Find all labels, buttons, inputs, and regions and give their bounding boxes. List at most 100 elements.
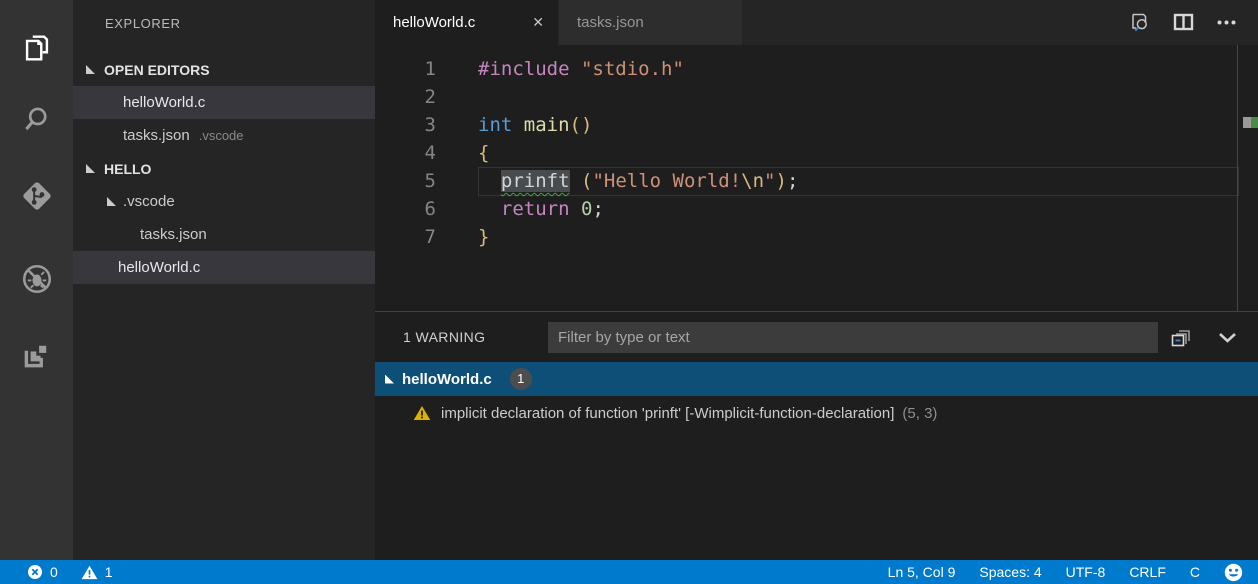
code-line-5-current: 5 prinft ("Hello World!\n"); xyxy=(375,167,1258,195)
line-number: 3 xyxy=(375,111,436,139)
code-line-6: 6 return 0; xyxy=(375,195,1258,223)
tab-tasks-json[interactable]: tasks.json xyxy=(559,0,742,45)
code-token: return xyxy=(501,198,570,220)
problems-count-badge: 1 xyxy=(510,368,532,390)
code-token xyxy=(478,170,501,192)
sidebar-title: EXPLORER xyxy=(105,16,181,31)
eol-status[interactable]: CRLF xyxy=(1129,564,1166,580)
warning-icon xyxy=(413,405,431,421)
problem-location: (5, 3) xyxy=(902,405,937,422)
overview-ruler-border xyxy=(1237,45,1238,311)
language-mode-status[interactable]: C xyxy=(1190,564,1200,580)
open-editor-label: helloWorld.c xyxy=(123,94,205,111)
extensions-activity-button[interactable] xyxy=(0,325,73,389)
collapse-all-icon[interactable] xyxy=(1169,325,1193,349)
problems-file-group-row[interactable]: helloWorld.c 1 xyxy=(375,362,1258,396)
debug-icon xyxy=(20,262,54,301)
open-editor-item-helloworld[interactable]: helloWorld.c xyxy=(73,86,375,119)
twistie-expanded-icon xyxy=(86,164,95,173)
open-editor-description: .vscode xyxy=(199,128,244,143)
problems-panel-header: 1 WARNING xyxy=(375,312,1258,362)
code-token: "Hello World! xyxy=(592,170,741,192)
open-editor-label: tasks.json xyxy=(123,127,190,144)
indentation-status[interactable]: Spaces: 4 xyxy=(979,564,1041,580)
code-line-7: 7 } xyxy=(375,223,1258,251)
code-editor[interactable]: 1 #include "stdio.h" 2 3 int main() 4 { … xyxy=(375,45,1258,311)
encoding-status[interactable]: UTF-8 xyxy=(1066,564,1106,580)
problems-file-label: helloWorld.c xyxy=(402,371,492,388)
folder-header-hello[interactable]: HELLO xyxy=(73,152,375,185)
code-token xyxy=(570,198,581,220)
line-number: 7 xyxy=(375,223,436,251)
tab-helloworld-c[interactable]: helloWorld.c ✕ xyxy=(375,0,558,45)
warning-triangle-icon xyxy=(81,565,98,580)
problems-filter-input[interactable] xyxy=(548,322,1158,353)
code-token: ; xyxy=(787,170,798,192)
code-token xyxy=(478,198,501,220)
tree-item-helloworld-c[interactable]: helloWorld.c xyxy=(73,251,375,284)
code-token: ( xyxy=(581,170,592,192)
tree-item-label: helloWorld.c xyxy=(118,259,200,276)
twistie-expanded-icon xyxy=(385,375,394,384)
code-token: " xyxy=(764,170,775,192)
extensions-icon xyxy=(20,338,54,377)
feedback-smiley-icon[interactable] xyxy=(1224,563,1243,582)
open-editors-label: OPEN EDITORS xyxy=(104,62,210,78)
problem-message: implicit declaration of function 'prinft… xyxy=(441,405,894,422)
line-number: 6 xyxy=(375,195,436,223)
debug-activity-button[interactable] xyxy=(0,249,73,313)
problems-summary: 1 WARNING xyxy=(403,329,485,345)
line-number: 2 xyxy=(375,83,436,111)
problems-panel: 1 WARNING helloWorld.c 1 xyxy=(375,311,1258,560)
tree-item-vscode-folder[interactable]: .vscode xyxy=(73,185,375,218)
open-editor-item-tasks[interactable]: tasks.json .vscode xyxy=(73,119,375,152)
code-token: () xyxy=(570,114,593,136)
error-count: 0 xyxy=(50,564,58,580)
editor-group: helloWorld.c ✕ tasks.json xyxy=(375,0,1258,560)
open-editors-header[interactable]: OPEN EDITORS xyxy=(73,53,375,86)
explorer-sidebar: EXPLORER OPEN EDITORS helloWorld.c tasks… xyxy=(73,0,375,560)
search-activity-button[interactable] xyxy=(0,90,73,154)
source-control-icon xyxy=(20,179,54,218)
code-token xyxy=(512,114,523,136)
problems-status-item[interactable]: 0 1 xyxy=(0,564,113,580)
editor-actions xyxy=(1129,0,1258,45)
code-token: main xyxy=(524,114,570,136)
source-control-activity-button[interactable] xyxy=(0,166,73,230)
code-line-4: 4 { xyxy=(375,139,1258,167)
problem-row-warning[interactable]: implicit declaration of function 'prinft… xyxy=(375,396,1258,430)
tab-label: helloWorld.c xyxy=(393,14,475,31)
tab-label: tasks.json xyxy=(577,14,644,31)
code-token: 0 xyxy=(581,198,592,220)
code-token: int xyxy=(478,114,512,136)
more-actions-icon[interactable] xyxy=(1215,11,1238,34)
warning-count: 1 xyxy=(105,564,113,580)
code-line-1: 1 #include "stdio.h" xyxy=(375,55,1258,83)
status-bar: 0 1 Ln 5, Col 9 Spaces: 4 UTF-8 CRLF C xyxy=(0,560,1258,584)
code-token: ; xyxy=(592,198,603,220)
code-token xyxy=(570,58,581,80)
split-editor-icon[interactable] xyxy=(1172,11,1195,34)
error-circle-icon xyxy=(27,564,43,580)
line-number: 1 xyxy=(375,55,436,83)
tree-item-tasks-json[interactable]: tasks.json xyxy=(73,218,375,251)
cursor-position-status[interactable]: Ln 5, Col 9 xyxy=(888,564,956,580)
activity-bar xyxy=(0,0,73,560)
overview-ruler-warning-marker xyxy=(1251,117,1258,128)
tree-item-label: .vscode xyxy=(123,193,175,210)
code-token: { xyxy=(478,142,489,164)
code-token: \n xyxy=(741,170,764,192)
code-line-2: 2 xyxy=(375,83,1258,111)
tree-item-label: tasks.json xyxy=(140,226,207,243)
close-tab-icon[interactable]: ✕ xyxy=(532,14,544,31)
search-icon xyxy=(20,103,54,142)
explorer-activity-button[interactable] xyxy=(0,18,73,82)
line-number: 4 xyxy=(375,139,436,167)
search-file-icon[interactable] xyxy=(1129,11,1152,34)
twistie-expanded-icon xyxy=(86,65,95,74)
code-token: ) xyxy=(776,170,787,192)
code-line-3: 3 int main() xyxy=(375,111,1258,139)
overview-ruler-wordhighlight-marker xyxy=(1243,117,1251,128)
code-token-word-highlight: prinft xyxy=(501,170,570,192)
hide-panel-chevron-icon[interactable] xyxy=(1215,325,1240,350)
